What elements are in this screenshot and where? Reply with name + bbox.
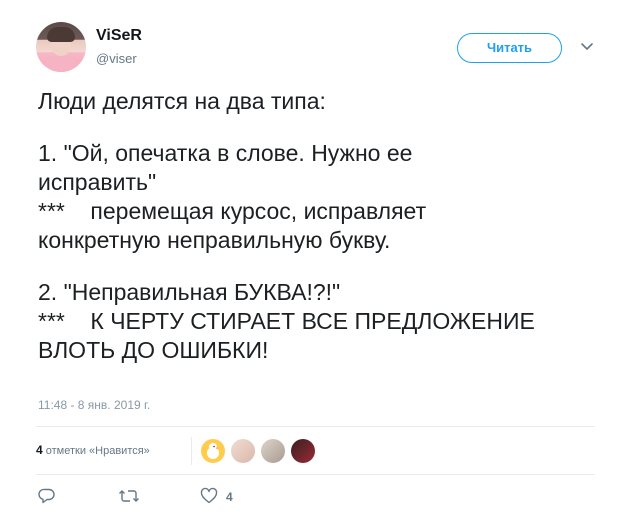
tweet-line: *** перемещая курсос, исправляет xyxy=(38,198,427,224)
avatar-hair-shape xyxy=(47,27,75,42)
tweet-text: Люди делятся на два типа: 1. "Ой, опечат… xyxy=(38,87,608,365)
divider xyxy=(36,426,595,427)
liker-avatar[interactable] xyxy=(291,439,315,463)
likes-count-link[interactable]: 4 отметки «Нравится» xyxy=(36,443,150,457)
tweet-line: ВЛОТЬ ДО ОШИБКИ! xyxy=(38,337,269,363)
tweet-timestamp[interactable]: 11:48 - 8 янв. 2019 г. xyxy=(38,398,150,412)
reply-icon[interactable] xyxy=(38,487,56,505)
like-action-count[interactable]: 4 xyxy=(226,490,233,504)
liker-avatar[interactable] xyxy=(201,439,225,463)
liker-avatar[interactable] xyxy=(231,439,255,463)
duck-icon xyxy=(207,443,219,459)
retweet-icon[interactable] xyxy=(118,487,140,505)
tweet-paragraph: Люди делятся на два типа: xyxy=(38,87,608,116)
avatar[interactable] xyxy=(36,22,86,72)
tweet-line: 2. "Неправильная БУКВА!?!" xyxy=(38,279,341,305)
likes-label: отметки «Нравится» xyxy=(45,445,150,457)
author-name[interactable]: ViSeR xyxy=(96,27,142,45)
liker-avatar[interactable] xyxy=(261,439,285,463)
tweet-line: Люди делятся на два типа: xyxy=(38,88,326,114)
likes-count: 4 xyxy=(36,443,43,457)
author-handle[interactable]: @viser xyxy=(96,51,137,66)
chevron-down-icon[interactable] xyxy=(580,42,594,52)
heart-icon[interactable] xyxy=(200,487,218,505)
tweet-line: исправить" xyxy=(38,169,157,195)
avatar-body-shape xyxy=(40,56,82,72)
tweet-line: 1. "Ой, опечатка в слове. Нужно ее xyxy=(38,140,413,166)
tweet-line: конкретную неправильную букву. xyxy=(38,227,391,253)
tweet-paragraph: 1. "Ой, опечатка в слове. Нужно ее испра… xyxy=(38,139,608,255)
divider xyxy=(36,474,595,475)
tweet-card: ViSeR @viser Читать Люди делятся на два … xyxy=(0,0,631,532)
tweet-paragraph: 2. "Неправильная БУКВА!?!" *** К ЧЕРТУ С… xyxy=(38,278,608,365)
tweet-line: *** К ЧЕРТУ СТИРАЕТ ВСЕ ПРЕДЛОЖЕНИЕ xyxy=(38,308,535,334)
follow-button[interactable]: Читать xyxy=(457,33,562,63)
divider xyxy=(191,437,192,465)
